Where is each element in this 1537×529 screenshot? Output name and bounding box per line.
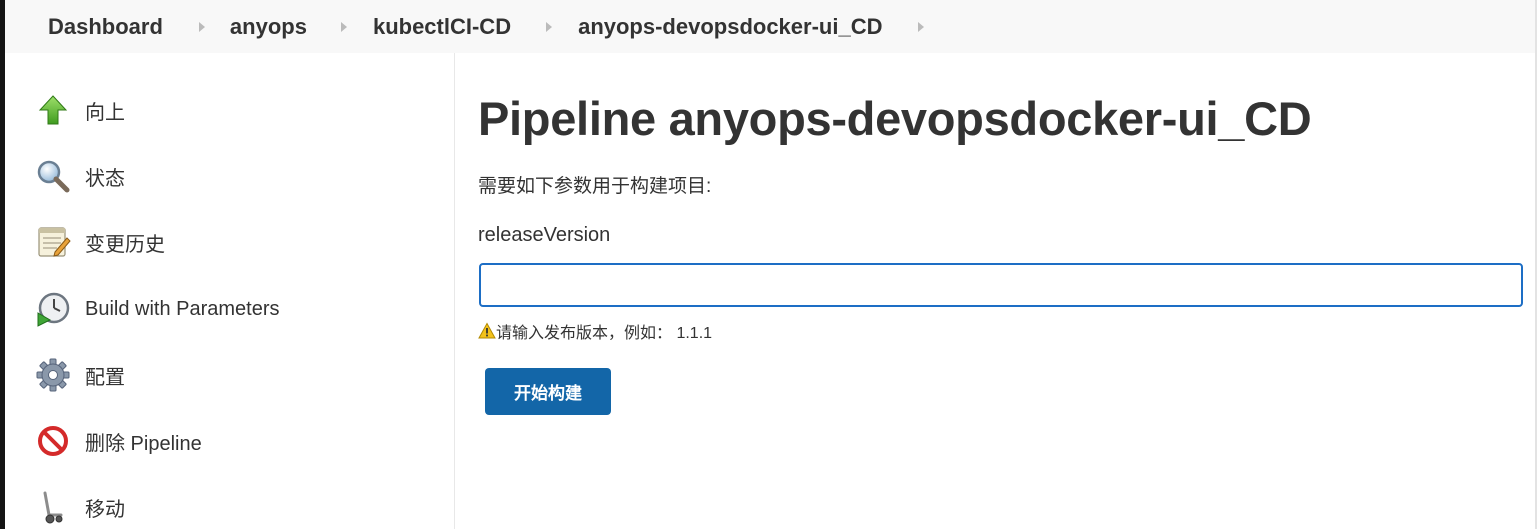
sidebar-item-status[interactable]: 状态 — [35, 156, 125, 196]
magnifier-icon — [35, 158, 71, 194]
clock-play-icon — [35, 291, 71, 327]
gear-icon — [35, 357, 71, 393]
breadcrumb-separator-icon[interactable] — [546, 21, 553, 32]
main-content: Pipeline anyops-devopsdocker-ui_CD 需要如下参… — [478, 53, 1528, 529]
parameter-name-label: releaseVersion — [478, 224, 611, 246]
warning-icon — [478, 322, 496, 340]
sidebar-item-label: 状态 — [85, 167, 125, 190]
sidebar-item-label: 向上 — [85, 101, 125, 124]
breadcrumb-kubectlci-cd[interactable]: kubectlCI-CD — [373, 14, 511, 40]
breadcrumb: Dashboard anyops kubectlCI-CD anyops-dev… — [5, 0, 1535, 53]
parameter-hint: 请输入发布版本，例如： 1.1.1 — [478, 319, 712, 343]
parameter-hint-text: 请输入发布版本，例如： 1.1.1 — [496, 325, 713, 342]
hand-truck-icon — [35, 489, 71, 525]
sidebar: 向上 状态 变更历史 Build with Parameters 配置 删除 P… — [5, 53, 455, 529]
breadcrumb-pipeline[interactable]: anyops-devopsdocker-ui_CD — [578, 14, 882, 40]
sidebar-item-label: 删除 Pipeline — [85, 432, 202, 455]
breadcrumb-dashboard[interactable]: Dashboard — [48, 14, 163, 40]
sidebar-item-delete-pipeline[interactable]: 删除 Pipeline — [35, 421, 202, 461]
no-entry-icon — [35, 423, 71, 459]
parameters-description: 需要如下参数用于构建项目: — [478, 176, 712, 197]
sidebar-item-configure[interactable]: 配置 — [35, 355, 125, 395]
release-version-input[interactable] — [479, 263, 1523, 307]
sidebar-item-label: 移动 — [85, 498, 125, 521]
start-build-button[interactable]: 开始构建 — [485, 368, 611, 415]
sidebar-item-move[interactable]: 移动 — [35, 487, 125, 527]
notepad-icon — [35, 224, 71, 260]
breadcrumb-separator-icon[interactable] — [340, 21, 347, 32]
sidebar-item-label: Build with Parameters — [85, 297, 280, 320]
sidebar-item-label: 配置 — [85, 366, 125, 389]
up-arrow-icon — [35, 92, 71, 128]
sidebar-item-up[interactable]: 向上 — [35, 90, 125, 130]
breadcrumb-separator-icon[interactable] — [198, 21, 205, 32]
sidebar-item-changes[interactable]: 变更历史 — [35, 222, 165, 262]
breadcrumb-anyops[interactable]: anyops — [230, 14, 307, 40]
sidebar-item-build-with-parameters[interactable]: Build with Parameters — [35, 289, 280, 329]
breadcrumb-separator-icon[interactable] — [918, 21, 925, 32]
sidebar-item-label: 变更历史 — [85, 233, 165, 256]
page-title: Pipeline anyops-devopsdocker-ui_CD — [478, 92, 1312, 145]
